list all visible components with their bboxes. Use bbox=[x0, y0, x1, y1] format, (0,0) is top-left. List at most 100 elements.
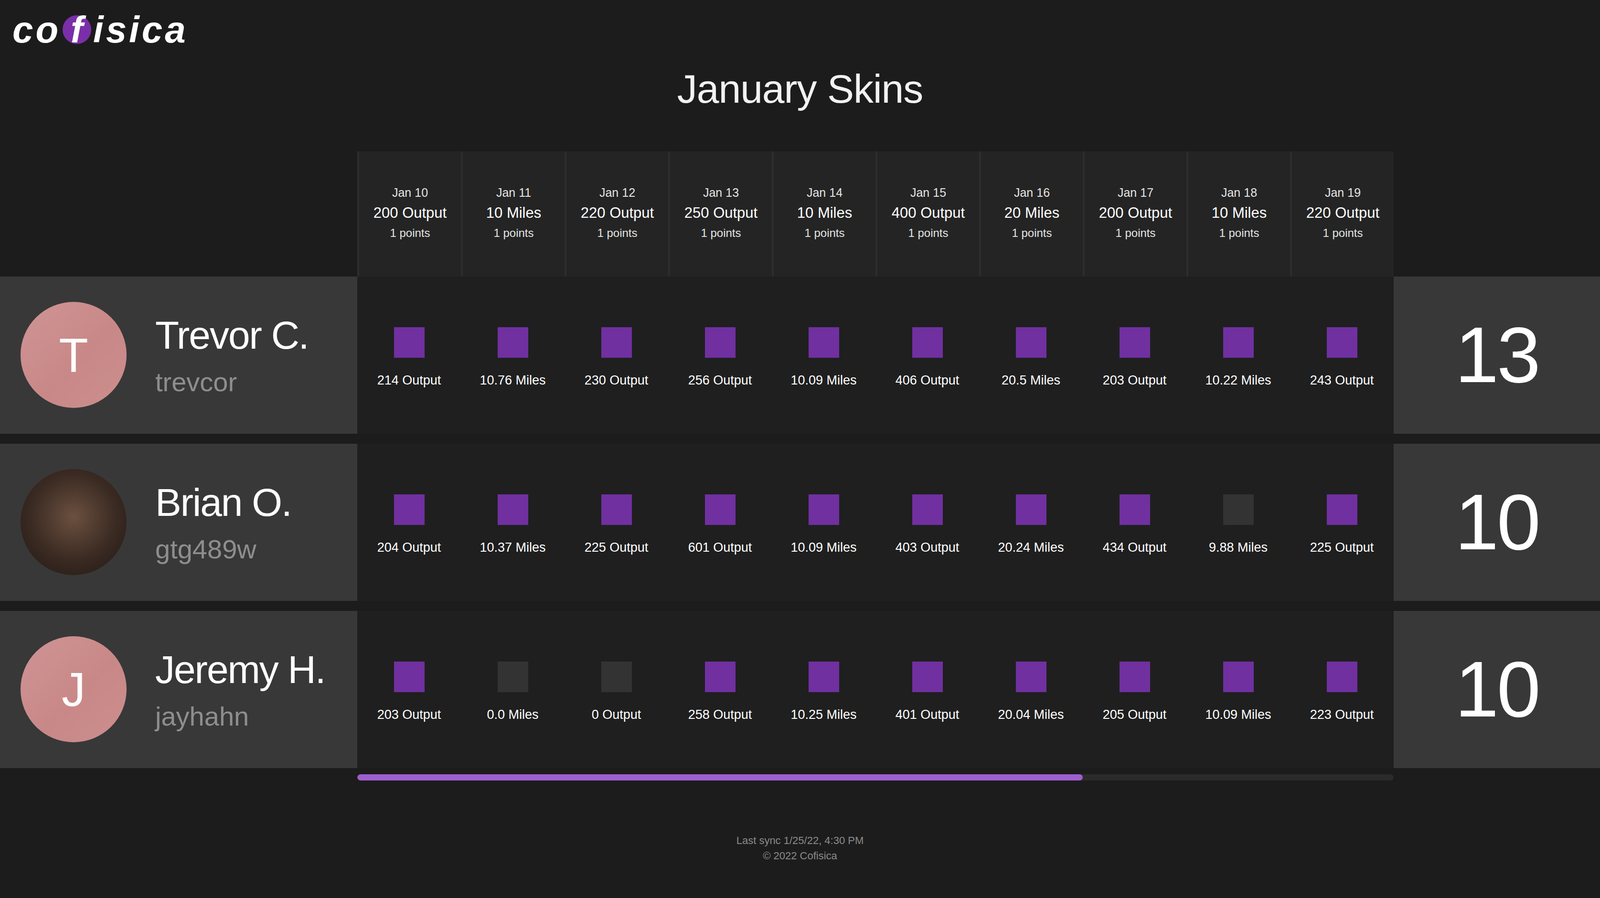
day-date: Jan 13 bbox=[703, 185, 739, 200]
result-value: 10.37 Miles bbox=[479, 540, 546, 555]
footer: Last sync 1/25/22, 4:30 PM© 2022 Cofisic… bbox=[0, 832, 1600, 883]
day-header: Jan 1620 Miles1 points bbox=[979, 151, 1083, 277]
day-header: Jan 12220 Output1 points bbox=[564, 151, 669, 277]
result-value: 406 Output bbox=[895, 373, 960, 388]
player-cell[interactable]: J Jeremy H. jayhahn bbox=[0, 610, 358, 768]
day-goal: 250 Output bbox=[684, 204, 758, 222]
result-mark bbox=[497, 494, 529, 525]
result-cell: 256 Output bbox=[668, 276, 772, 434]
result-value: 256 Output bbox=[688, 373, 753, 388]
player-cell[interactable]: TTrevor C.trevcor bbox=[0, 276, 358, 434]
player-score: 10 bbox=[1393, 610, 1600, 768]
day-goal: 10 Miles bbox=[1211, 204, 1267, 222]
result-value: 243 Output bbox=[1310, 373, 1375, 388]
result-cell: 258 Output bbox=[668, 610, 772, 768]
result-value: 203 Output bbox=[1102, 373, 1167, 388]
result-cell: 225 Output bbox=[564, 443, 669, 601]
last-sync: Last sync 1/25/22, 4:30 PM bbox=[0, 832, 1600, 849]
day-goal: 400 Output bbox=[891, 204, 965, 222]
result-mark bbox=[601, 661, 632, 693]
player-score: 13 bbox=[1393, 276, 1600, 434]
day-date: Jan 18 bbox=[1221, 185, 1258, 200]
result-value: 230 Output bbox=[584, 373, 649, 388]
result-value: 10.09 Miles bbox=[790, 540, 857, 555]
result-cell: 203 Output bbox=[357, 610, 461, 768]
player-row: TTrevor C.trevcor214 Output10.76 Miles23… bbox=[0, 276, 1600, 434]
avatar-letter: J bbox=[61, 661, 86, 717]
player-username: gtg489w bbox=[155, 533, 292, 565]
result-value: 258 Output bbox=[688, 707, 753, 723]
result-value: 223 Output bbox=[1310, 707, 1375, 723]
result-mark bbox=[808, 494, 840, 525]
result-mark bbox=[1015, 327, 1047, 358]
result-cell: 223 Output bbox=[1290, 610, 1394, 768]
result-mark bbox=[497, 661, 529, 693]
result-mark bbox=[704, 661, 736, 693]
result-cell: 10.09 Miles bbox=[1186, 610, 1291, 768]
result-mark bbox=[394, 661, 425, 693]
day-header: Jan 17 200 Output 1 points bbox=[1082, 151, 1187, 277]
result-mark bbox=[912, 327, 943, 358]
player-name: Brian O. bbox=[155, 480, 292, 525]
result-cell: 10.09 Miles bbox=[771, 443, 876, 601]
player-info: Trevor C. trevcor bbox=[155, 312, 309, 398]
result-mark bbox=[808, 327, 840, 358]
result-value: 214 Output bbox=[377, 373, 442, 388]
result-cell: 10.37 Miles bbox=[460, 443, 565, 601]
player-info: Jeremy H. jayhahn bbox=[155, 647, 326, 732]
result-value: 9.88 Miles bbox=[1208, 540, 1268, 555]
result-value: 205 Output bbox=[1102, 707, 1167, 723]
result-mark bbox=[1119, 494, 1151, 525]
result-mark bbox=[1015, 494, 1047, 525]
scrollbar-thumb[interactable] bbox=[357, 774, 1083, 781]
result-mark bbox=[601, 327, 632, 358]
day-goal: 200 Output bbox=[373, 204, 447, 222]
result-value: 10.09 Miles bbox=[790, 373, 857, 388]
result-value: 225 Output bbox=[584, 540, 649, 555]
result-value: 20.04 Miles bbox=[997, 707, 1064, 723]
result-cell: 10.22 Miles bbox=[1186, 276, 1291, 434]
day-goal: 200 Output bbox=[1098, 204, 1173, 222]
result-value: 10.09 Miles bbox=[1205, 707, 1271, 723]
result-cell: 230 Output bbox=[564, 276, 669, 434]
result-cell: 434 Output bbox=[1082, 443, 1187, 601]
logo-text: isica bbox=[93, 8, 188, 52]
header-spacer bbox=[1393, 151, 1600, 277]
day-points: 1 points bbox=[1011, 226, 1052, 240]
logo-mark: f bbox=[62, 15, 92, 44]
day-header: Jan 1110 Miles1 points bbox=[460, 151, 565, 277]
result-mark bbox=[1223, 494, 1254, 525]
day-date: Jan 16 bbox=[1013, 185, 1050, 200]
player-name: Trevor C. bbox=[155, 312, 309, 358]
logo[interactable]: cofisica bbox=[0, 0, 1600, 53]
player-score: 10 bbox=[1393, 443, 1600, 601]
page-title: January Skins bbox=[0, 64, 1600, 114]
day-points: 1 points bbox=[804, 226, 845, 240]
result-cell: 204 Output bbox=[357, 443, 461, 601]
result-cell: 0.0 Miles bbox=[460, 610, 565, 768]
result-cell: 205 Output bbox=[1082, 610, 1187, 768]
player-name: Jeremy H. bbox=[155, 647, 326, 693]
day-date: Jan 10 bbox=[392, 185, 428, 200]
day-date: Jan 19 bbox=[1324, 185, 1361, 200]
result-cell: 10.09 Miles bbox=[771, 276, 876, 434]
day-points: 1 points bbox=[700, 226, 741, 240]
day-date: Jan 15 bbox=[910, 185, 947, 200]
day-points: 1 points bbox=[907, 226, 949, 240]
result-cell: 203 Output bbox=[1082, 276, 1187, 434]
day-header: Jan 1810 Miles1 points bbox=[1186, 151, 1291, 277]
header-spacer bbox=[0, 151, 358, 277]
player-cell[interactable]: Brian O. gtg489w bbox=[0, 443, 358, 601]
day-points: 1 points bbox=[1115, 226, 1156, 240]
day-goal: 220 Output bbox=[1306, 204, 1380, 222]
day-date: Jan 17 bbox=[1117, 185, 1154, 200]
day-header: Jan 10200 Output1 points bbox=[357, 151, 461, 277]
avatar: J bbox=[20, 636, 127, 743]
result-value: 20.5 Miles bbox=[1001, 373, 1061, 388]
day-points: 1 points bbox=[597, 226, 638, 240]
result-mark bbox=[1326, 494, 1358, 525]
player-username: jayhahn bbox=[155, 700, 326, 732]
result-mark bbox=[808, 661, 840, 693]
horizontal-scrollbar[interactable] bbox=[357, 774, 1394, 781]
player-username: trevcor bbox=[155, 366, 309, 398]
